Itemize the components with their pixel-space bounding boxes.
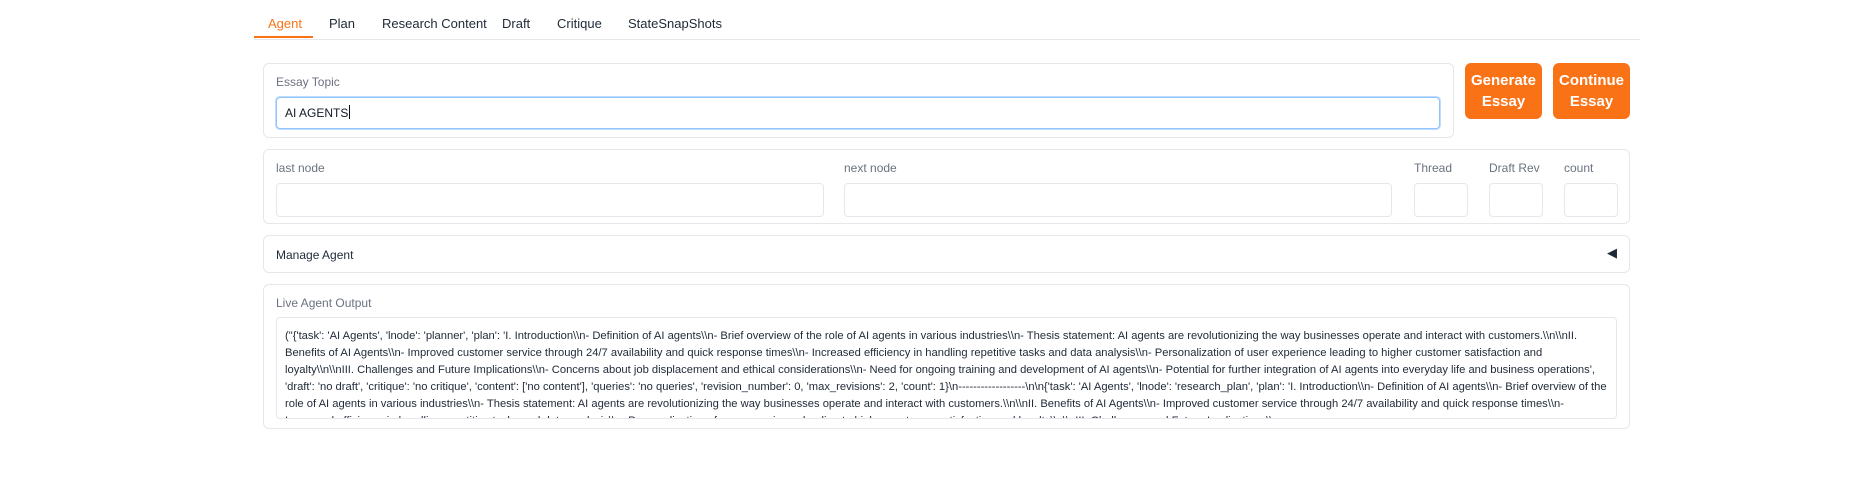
last-node-field[interactable]	[276, 183, 824, 217]
thread-field[interactable]	[1414, 183, 1468, 217]
tab-draft[interactable]: Draft	[502, 16, 530, 31]
essay-topic-input[interactable]: AI AGENTS	[276, 97, 1440, 129]
draft-rev-label: Draft Rev	[1489, 161, 1540, 175]
manage-agent-label: Manage Agent	[276, 248, 354, 262]
last-node-label: last node	[276, 161, 325, 175]
continue-essay-button[interactable]: Continue Essay	[1553, 63, 1630, 119]
agent-state-panel: last node next node Thread Draft Rev cou…	[263, 149, 1630, 224]
draft-rev-field[interactable]	[1489, 183, 1543, 217]
live-agent-output-label: Live Agent Output	[276, 296, 372, 310]
tab-statesnapshots[interactable]: StateSnapShots	[628, 16, 722, 31]
generate-essay-button[interactable]: Generate Essay	[1465, 63, 1542, 119]
essay-topic-panel: Essay Topic AI AGENTS	[263, 63, 1454, 138]
essay-topic-value: AI AGENTS	[285, 106, 349, 120]
tab-plan[interactable]: Plan	[329, 16, 355, 31]
live-agent-output-panel: Live Agent Output ("{'task': 'AI Agents'…	[263, 284, 1630, 429]
essay-topic-label: Essay Topic	[276, 75, 340, 89]
thread-label: Thread	[1414, 161, 1453, 175]
tab-agent[interactable]: Agent	[268, 16, 302, 31]
collapse-toggle-icon[interactable]: ◀	[1607, 245, 1617, 261]
manage-agent-accordion[interactable]: Manage Agent ◀	[263, 235, 1630, 273]
text-caret	[349, 105, 351, 119]
next-node-label: next node	[844, 161, 897, 175]
live-agent-output-textarea[interactable]: ("{'task': 'AI Agents', 'lnode': 'planne…	[276, 317, 1617, 419]
count-field[interactable]	[1564, 183, 1618, 217]
active-tab-indicator	[254, 36, 313, 38]
count-label: count	[1564, 161, 1594, 175]
tab-research-content[interactable]: Research Content	[382, 16, 487, 31]
next-node-field[interactable]	[844, 183, 1392, 217]
tab-critique[interactable]: Critique	[557, 16, 602, 31]
tab-bar: Agent Plan Research Content Draft Critiq…	[254, 0, 1640, 40]
